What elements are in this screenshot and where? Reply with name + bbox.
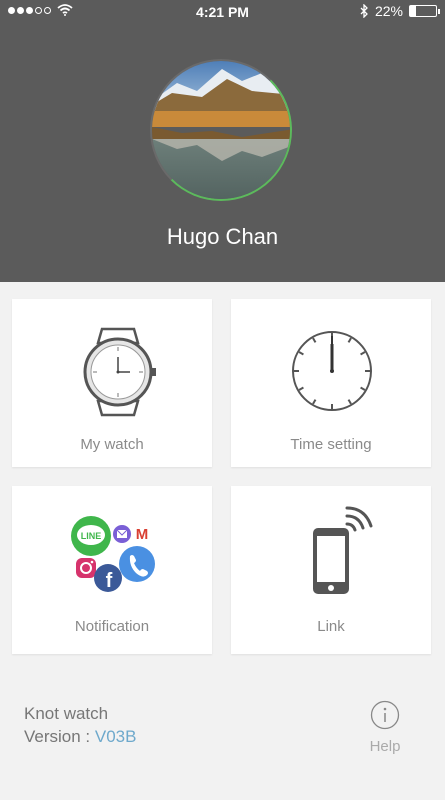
version-label: Version : <box>24 727 91 746</box>
version-row: Version : V03B <box>24 727 136 747</box>
line-icon-text: LINE <box>81 531 102 541</box>
clock-icon <box>292 331 372 411</box>
help-button[interactable]: Help <box>360 700 410 760</box>
notification-tile[interactable]: LINE M f Notification <box>12 486 212 654</box>
facebook-icon-text: f <box>106 570 113 592</box>
profile-header: Hugo Chan <box>0 24 445 282</box>
avatar-landscape-image <box>152 61 290 199</box>
avatar[interactable] <box>150 59 292 201</box>
status-bar: 4:21 PM 22% <box>0 0 445 24</box>
gmail-icon-text: M <box>136 526 149 543</box>
time-setting-tile[interactable]: Time setting <box>231 299 431 467</box>
my-watch-label: My watch <box>80 436 144 453</box>
phone-signal-icon <box>313 506 373 594</box>
user-name: Hugo Chan <box>166 224 279 249</box>
app-name: Knot watch <box>24 704 109 723</box>
battery-percent: 22% <box>374 3 403 19</box>
help-label: Help <box>369 738 401 755</box>
link-tile[interactable]: Link <box>231 486 431 654</box>
bluetooth-icon <box>360 4 368 18</box>
version-value: V03B <box>94 727 137 746</box>
notification-label: Notification <box>74 618 150 635</box>
social-apps-icon: LINE M f <box>71 516 155 592</box>
status-right: 22% <box>360 3 440 19</box>
link-label: Link <box>317 618 345 635</box>
watch-icon <box>83 327 156 417</box>
info-icon <box>370 700 400 730</box>
time-setting-label: Time setting <box>290 436 372 453</box>
my-watch-tile[interactable]: My watch <box>12 299 212 467</box>
battery-icon <box>409 5 440 17</box>
